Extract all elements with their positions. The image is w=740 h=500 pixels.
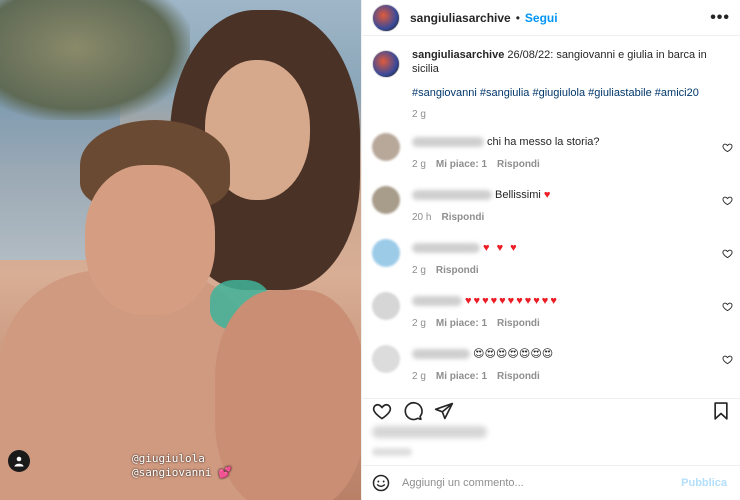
heart-emoji: 💕 — [218, 466, 232, 479]
heart-eyes-emojis: 😍😍😍😍😍😍😍 — [473, 348, 554, 360]
more-options-icon[interactable]: ••• — [710, 9, 730, 27]
publish-button[interactable]: Pubblica — [681, 477, 727, 489]
blurred-username — [412, 296, 462, 307]
heart-outline-icon[interactable] — [722, 142, 733, 153]
photo-rock — [0, 0, 190, 120]
blurred-username — [412, 349, 470, 360]
comment-avatar[interactable] — [372, 186, 400, 214]
comment-time[interactable]: 2 g — [412, 318, 426, 329]
caption-avatar[interactable] — [372, 50, 400, 78]
heart-outline-icon[interactable] — [722, 248, 733, 259]
comment-input[interactable] — [402, 477, 682, 489]
comment-item: ♥♥♥♥♥♥♥♥♥♥♥ 2 g Mi piace: 1 Rispondi — [362, 287, 740, 340]
post-actions-bar — [362, 398, 740, 420]
heart-emojis: ♥♥♥♥♥♥♥♥♥♥♥ — [465, 295, 559, 307]
caption-hashtags[interactable]: #sangiovanni #sangiulia #giugiulola #giu… — [412, 86, 730, 100]
post-header: sangiuliasarchive • Segui ••• — [362, 0, 740, 36]
comment-bubble-icon[interactable] — [403, 401, 423, 421]
comment-avatar[interactable] — [372, 239, 400, 267]
follow-button[interactable]: Segui — [525, 11, 558, 25]
comments-list: chi ha messo la storia? 2 g Mi piace: 1 Ri… — [362, 128, 740, 393]
heart-outline-icon[interactable] — [722, 354, 733, 365]
heart-emoji: ♥ — [543, 189, 553, 201]
user-icon — [14, 456, 24, 467]
story-mention-tags: @giugiulola @sangiovanni 💕 — [132, 452, 232, 480]
photo-arm — [215, 290, 361, 500]
story-tag-2: @sangiovanni — [132, 466, 212, 479]
heart-outline-icon[interactable] — [722, 195, 733, 206]
like-heart-icon[interactable] — [372, 401, 392, 421]
comment-avatar[interactable] — [372, 345, 400, 373]
header-username[interactable]: sangiuliasarchive — [410, 11, 511, 25]
blurred-likes-count — [372, 426, 487, 438]
reply-button[interactable]: Rispondi — [497, 159, 540, 170]
tagged-users-button[interactable] — [8, 450, 30, 472]
caption-username[interactable]: sangiuliasarchive — [412, 49, 504, 61]
save-bookmark-icon[interactable] — [711, 401, 731, 421]
comment-likes[interactable]: Mi piace: 1 — [436, 371, 487, 382]
reply-button[interactable]: Rispondi — [497, 371, 540, 382]
comment-likes[interactable]: Mi piace: 1 — [436, 159, 487, 170]
emoji-icon[interactable] — [372, 474, 390, 492]
comment-item: chi ha messo la storia? 2 g Mi piace: 1 Ri… — [362, 128, 740, 181]
comment-item: Bellissimi ♥ 20 h Rispondi — [362, 181, 740, 234]
comment-time[interactable]: 2 g — [412, 371, 426, 382]
heart-outline-icon[interactable] — [722, 301, 733, 312]
caption-timestamp[interactable]: 2 g — [412, 108, 730, 122]
photo-person-boy-face — [85, 165, 215, 315]
separator-dot: • — [515, 10, 520, 25]
blurred-post-date — [372, 448, 412, 456]
comment-time[interactable]: 2 g — [412, 159, 426, 170]
reply-button[interactable]: Rispondi — [497, 318, 540, 329]
comment-item: 😍😍😍😍😍😍😍 2 g Mi piace: 1 Rispondi — [362, 340, 740, 393]
comment-avatar[interactable] — [372, 133, 400, 161]
add-comment-bar: Pubblica — [362, 465, 740, 500]
comment-item: ♥ ♥ ♥ 2 g Rispondi — [362, 234, 740, 287]
post-caption: sangiuliasarchive 26/08/22: sangiovanni … — [362, 36, 740, 122]
share-send-icon[interactable] — [434, 401, 454, 421]
post-photo[interactable]: @giugiulola @sangiovanni 💕 — [0, 0, 361, 500]
comment-time[interactable]: 20 h — [412, 212, 431, 223]
reply-button[interactable]: Rispondi — [441, 212, 484, 223]
comment-text: chi ha messo la storia? — [487, 136, 600, 148]
blurred-username — [412, 137, 484, 148]
comment-time[interactable]: 2 g — [412, 265, 426, 276]
blurred-username — [412, 190, 492, 201]
story-tag-1: @giugiulola — [132, 452, 205, 465]
heart-emojis: ♥ ♥ ♥ — [483, 242, 519, 254]
blurred-username — [412, 243, 480, 254]
post-side-panel: sangiuliasarchive • Segui ••• sangiulias… — [361, 0, 740, 500]
comment-likes[interactable]: Mi piace: 1 — [436, 318, 487, 329]
reply-button[interactable]: Rispondi — [436, 265, 479, 276]
comment-avatar[interactable] — [372, 292, 400, 320]
comment-text: Bellissimi — [495, 189, 544, 201]
avatar[interactable] — [372, 3, 400, 32]
